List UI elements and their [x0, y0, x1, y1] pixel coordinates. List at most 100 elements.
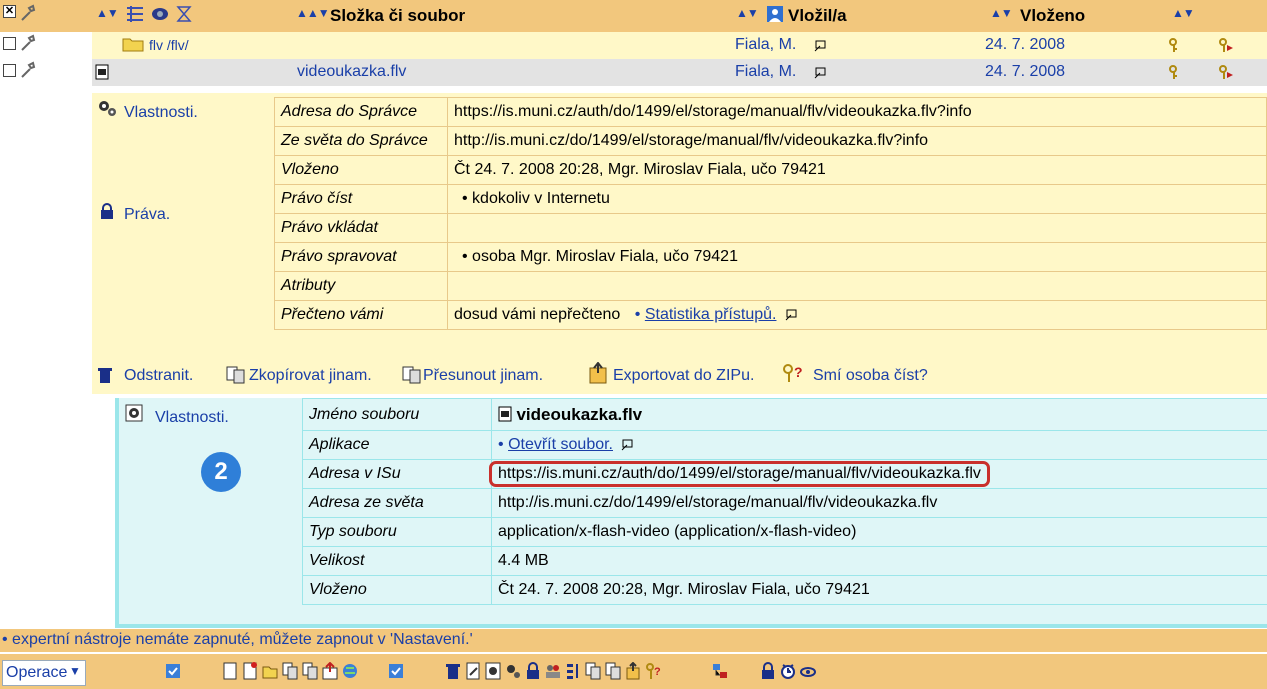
copy-icon[interactable]	[585, 662, 601, 680]
highlighted-url[interactable]: https://is.muni.cz/auth/do/1499/el/stora…	[489, 461, 990, 487]
copy-icon[interactable]	[302, 662, 318, 680]
file-properties-table: Jméno souboru videoukazka.flv Aplikace •…	[302, 398, 1267, 605]
prop-label: Vloženo	[274, 155, 448, 185]
move-link[interactable]: Přesunout jinam.	[423, 367, 543, 385]
wrench-icon[interactable]	[20, 34, 36, 52]
open-file-link[interactable]: Otevřít soubor.	[508, 436, 613, 453]
prop-value: Čt 24. 7. 2008 20:28, Mgr. Miroslav Fial…	[491, 575, 1267, 605]
author-name[interactable]: Fiala, M.	[735, 36, 796, 54]
move-icon[interactable]	[402, 366, 422, 384]
operations-label: Operace	[6, 664, 68, 681]
eye-icon[interactable]	[150, 5, 170, 23]
column-author-header[interactable]: Vložil/a	[788, 6, 847, 26]
globe-icon[interactable]	[342, 662, 358, 680]
prop-label: Typ souboru	[302, 517, 492, 547]
trash-icon[interactable]	[97, 366, 113, 384]
bullet: •	[498, 436, 504, 453]
trash-icon[interactable]	[445, 662, 461, 680]
edit-icon[interactable]	[465, 662, 481, 680]
bottom-toolbar: Operace ▼ ?	[0, 654, 1267, 689]
new-folder-icon[interactable]	[262, 662, 278, 680]
key-remove-icon[interactable]	[1218, 37, 1234, 53]
prop-label: Aplikace	[302, 430, 492, 460]
prop-value: https://is.muni.cz/auth/do/1499/el/stora…	[489, 459, 1267, 489]
new-file-star-icon[interactable]	[242, 662, 258, 680]
clock-icon[interactable]	[780, 662, 796, 680]
author-name[interactable]: Fiala, M.	[735, 63, 796, 81]
can-read-link[interactable]: Smí osoba číst?	[813, 367, 928, 385]
column-date-header[interactable]: Vloženo	[1020, 6, 1085, 26]
popup-icon[interactable]	[814, 40, 826, 52]
stats-link[interactable]: Statistika přístupů.	[645, 306, 777, 323]
network-icon[interactable]	[712, 662, 728, 680]
file-name-value: videoukazka.flv	[516, 404, 643, 424]
properties-label: Vlastnosti.	[124, 104, 198, 121]
lock-icon[interactable]	[525, 662, 541, 680]
prop-value[interactable]: http://is.muni.cz/do/1499/el/storage/man…	[491, 488, 1267, 518]
lock-icon	[101, 203, 113, 219]
lock-icon[interactable]	[760, 662, 776, 680]
file-name[interactable]: videoukazka.flv	[297, 63, 406, 81]
popup-icon[interactable]	[814, 67, 826, 79]
sort-date-arrows-icon[interactable]: ▲▼	[990, 6, 1013, 20]
list-item[interactable]: videoukazka.flv Fiala, M. 24. 7. 2008	[92, 59, 1267, 86]
sort-icon[interactable]	[565, 662, 581, 680]
operations-bar: Odstranit. Zkopírovat jinam. Přesunout j…	[92, 358, 1267, 392]
select-all-checkbox[interactable]: ✕	[3, 5, 16, 18]
users-icon[interactable]	[545, 662, 561, 680]
gear-icon[interactable]	[485, 662, 501, 680]
sort-arrows-icon[interactable]: ▲▼	[96, 6, 119, 20]
key-remove-icon[interactable]	[1218, 64, 1234, 80]
wrench-icon[interactable]	[20, 61, 36, 79]
key-icon[interactable]	[1168, 37, 1184, 53]
operations-menu[interactable]: Operace ▼	[2, 660, 86, 686]
hourglass-icon[interactable]	[174, 5, 194, 23]
folder-name[interactable]: flv /flv/	[149, 37, 189, 53]
popup-icon[interactable]	[621, 439, 633, 451]
row-checkbox[interactable]	[3, 37, 16, 50]
prop-value: videoukazka.flv	[491, 398, 1267, 431]
move-icon[interactable]	[605, 662, 621, 680]
copy-link[interactable]: Zkopírovat jinam.	[249, 367, 372, 385]
row-checkbox[interactable]	[3, 64, 16, 77]
wrench-icon	[21, 4, 36, 21]
zip-export-icon[interactable]	[588, 362, 608, 384]
select-icon[interactable]	[165, 662, 181, 680]
gears-icon[interactable]	[505, 662, 521, 680]
key-icon[interactable]	[1168, 64, 1184, 80]
prop-value	[447, 213, 1267, 243]
folder-icon	[122, 38, 144, 52]
export-link[interactable]: Exportovat do ZIPu.	[613, 367, 754, 385]
zip-export-icon[interactable]	[625, 662, 641, 680]
upload-icon[interactable]	[322, 662, 338, 680]
properties-panel: Vlastnosti. Práva. Adresa do Správce http…	[92, 93, 1267, 394]
sort-name-arrows-icon[interactable]: ▲▲▼	[296, 6, 330, 20]
tree-icon[interactable]	[125, 5, 145, 23]
sort-author-arrows-icon[interactable]: ▲▼	[736, 6, 759, 20]
copy-icon[interactable]	[282, 662, 298, 680]
bullet: •	[634, 306, 641, 323]
sort-extra-arrows-icon[interactable]: ▲▼	[1172, 6, 1195, 20]
new-file-icon[interactable]	[222, 662, 238, 680]
remove-link[interactable]: Odstranit.	[124, 367, 193, 385]
list-item[interactable]: flv /flv/ Fiala, M. 24. 7. 2008	[92, 32, 1267, 59]
prop-label: Atributy	[274, 271, 448, 301]
video-file-icon	[95, 64, 109, 80]
column-name-header[interactable]: Složka či soubor	[330, 6, 465, 26]
copy-icon[interactable]	[226, 366, 246, 384]
prop-value: • Otevřít soubor.	[491, 430, 1267, 460]
prop-value: • osoba Mgr. Miroslav Fiala, učo 79421	[447, 242, 1267, 272]
file-properties-panel: Vlastnosti. 2 Jméno souboru videoukazka.…	[115, 398, 1267, 628]
prop-label: Přečteno vámi	[274, 300, 448, 330]
key-question-icon[interactable]: ?	[782, 363, 804, 383]
prop-value: • kdokoliv v Internetu	[447, 184, 1267, 214]
prop-value: dosud vámi nepřečteno • Statistika příst…	[447, 300, 1267, 330]
prop-value: Čt 24. 7. 2008 20:28, Mgr. Miroslav Fial…	[447, 155, 1267, 185]
select-all-icon[interactable]	[388, 662, 404, 680]
popup-icon[interactable]	[785, 309, 797, 321]
file-properties-label: Vlastnosti.	[155, 409, 229, 426]
prop-label: Právo číst	[274, 184, 448, 214]
note-text[interactable]: • expertní nástroje nemáte zapnuté, může…	[2, 631, 473, 649]
key-question-icon[interactable]: ?	[645, 662, 661, 680]
eye-icon[interactable]	[800, 662, 816, 680]
